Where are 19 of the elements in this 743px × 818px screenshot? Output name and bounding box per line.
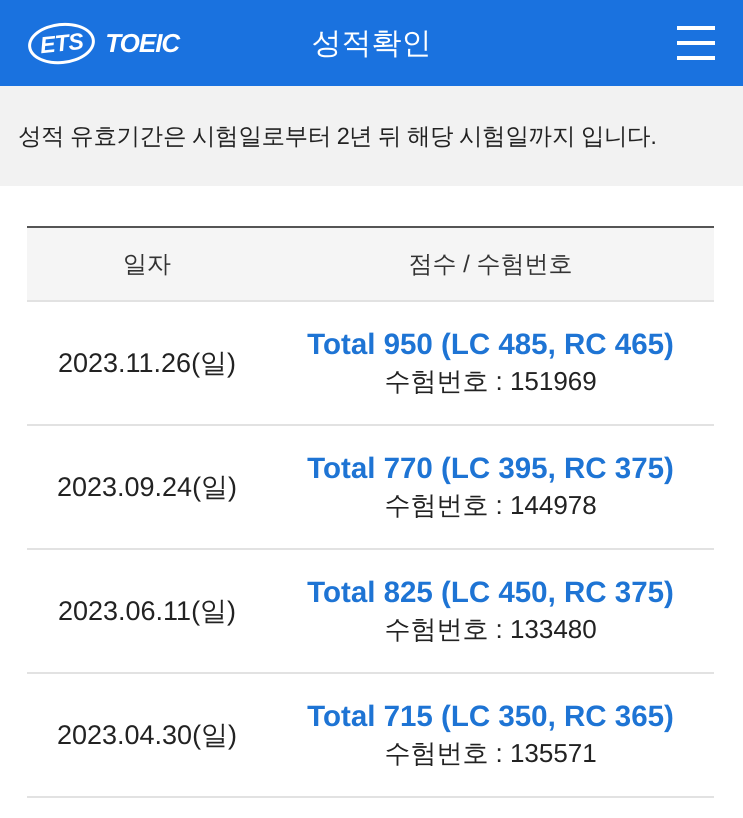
menu-icon [677,26,715,60]
exam-number: 수험번호 : 133480 [384,612,597,646]
notice-text: 성적 유효기간은 시험일로부터 2년 뒤 해당 시험일까지 입니다. [18,122,656,151]
date-cell-text: 2023.06.11(일) [58,595,236,628]
date-cell-text: 2023.09.24(일) [56,471,238,504]
menu-button[interactable] [677,26,715,60]
exam-number: 수험번호 : 135571 [384,736,597,770]
toeic-logo: TOEIC [105,28,180,58]
column-header: 일자 [123,250,171,280]
score-link[interactable]: Total 825 (LC 450, RC 375) [307,576,674,610]
exam-number: 수험번호 : 151969 [384,364,597,398]
column-header: 점수 / 수험번호 [408,250,572,280]
score-link[interactable]: Total 950 (LC 485, RC 465) [307,328,674,362]
score-link[interactable]: Total 715 (LC 350, RC 365) [307,700,674,734]
date-cell-text: 2023.04.30(일) [56,719,238,752]
exam-number: 수험번호 : 144978 [384,488,597,522]
score-link[interactable]: Total 770 (LC 395, RC 375) [307,452,674,486]
date-cell-text: 2023.11.26(일) [58,347,236,380]
page-title: 성적확인 [312,26,432,62]
